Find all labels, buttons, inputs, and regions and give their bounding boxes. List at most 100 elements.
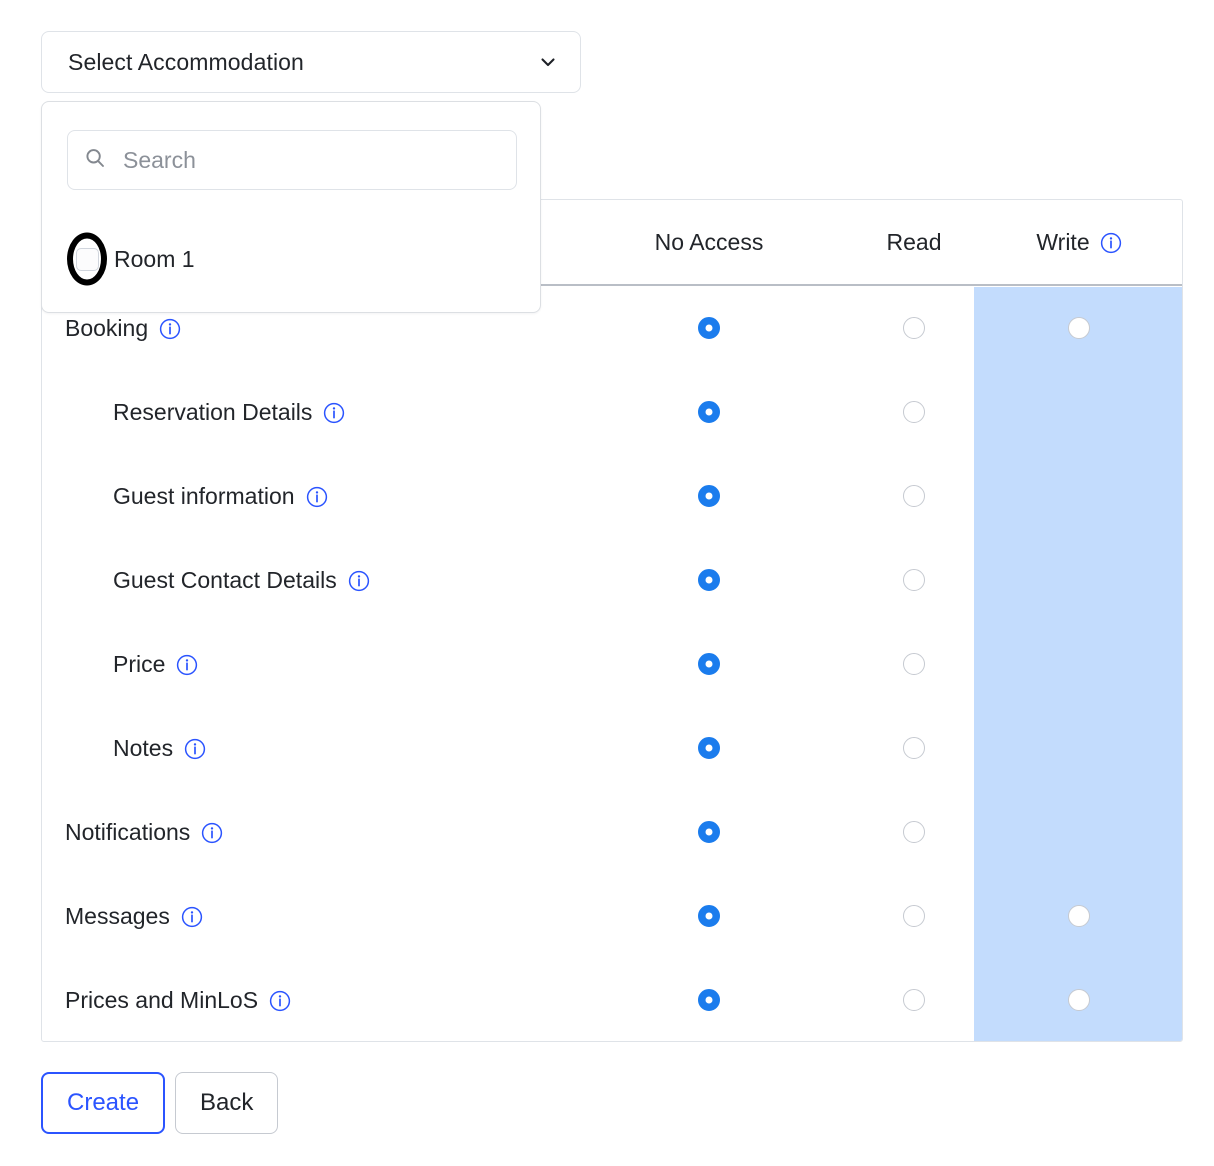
write-cell: [974, 737, 1182, 759]
radio-no-access[interactable]: [698, 989, 720, 1011]
write-cell: [974, 317, 1182, 339]
radio-write[interactable]: [1068, 989, 1090, 1011]
info-icon[interactable]: [201, 819, 223, 846]
feature-label: Booking: [65, 314, 149, 341]
feature-label: Prices and MinLoS: [65, 986, 259, 1013]
column-header-write-label: Write: [1036, 228, 1090, 255]
feature-label: Price: [113, 650, 166, 677]
column-header-no-access: No Access: [654, 228, 764, 255]
dropdown-option-checkbox-holder[interactable]: [66, 232, 108, 286]
info-icon[interactable]: [323, 399, 345, 426]
dropdown-option-checkbox[interactable]: [75, 247, 99, 271]
feature-cell: Reservation Details: [42, 399, 564, 426]
feature-label: Messages: [65, 902, 170, 929]
feature-cell: Prices and MinLoS: [42, 987, 564, 1014]
table-row: Price: [42, 622, 1182, 706]
feature-cell: Messages: [42, 903, 564, 930]
no-access-cell: [564, 653, 854, 675]
radio-read[interactable]: [903, 653, 925, 675]
read-cell: [854, 653, 974, 675]
read-cell: [854, 485, 974, 507]
write-cell: [974, 569, 1182, 591]
read-cell: [854, 905, 974, 927]
create-button[interactable]: Create: [41, 1072, 166, 1134]
column-header-read: Read: [886, 228, 942, 255]
no-access-cell: [564, 401, 854, 423]
radio-no-access[interactable]: [698, 821, 720, 843]
feature-cell: Notes: [42, 735, 564, 762]
no-access-cell: [564, 569, 854, 591]
read-cell: [854, 569, 974, 591]
feature-cell: Price: [42, 651, 564, 678]
feature-label: Reservation Details: [113, 398, 313, 425]
radio-no-access[interactable]: [698, 905, 720, 927]
search-field-wrapper[interactable]: [67, 130, 517, 190]
info-icon[interactable]: [1100, 229, 1122, 256]
back-button[interactable]: Back: [175, 1072, 279, 1134]
info-icon[interactable]: [176, 651, 198, 678]
read-cell: [854, 401, 974, 423]
info-icon[interactable]: [159, 315, 181, 342]
table-row: Prices and MinLoS: [42, 958, 1182, 1041]
radio-read[interactable]: [903, 317, 925, 339]
radio-read[interactable]: [903, 401, 925, 423]
radio-no-access[interactable]: [698, 569, 720, 591]
feature-label: Guest information: [113, 482, 295, 509]
table-row: Notifications: [42, 790, 1182, 874]
feature-cell: Guest information: [42, 483, 564, 510]
radio-write[interactable]: [1068, 317, 1090, 339]
table-body: Booking Reservation Details Guest informat…: [42, 286, 1182, 1041]
no-access-cell: [564, 989, 854, 1011]
read-cell: [854, 989, 974, 1011]
column-header-write: Write: [974, 200, 1182, 284]
write-cell: [974, 653, 1182, 675]
radio-read[interactable]: [903, 821, 925, 843]
dropdown-option-label: Room 1: [114, 245, 195, 272]
info-icon[interactable]: [181, 903, 203, 930]
radio-read[interactable]: [903, 569, 925, 591]
dropdown-option-room-1[interactable]: Room 1: [66, 232, 195, 286]
read-cell: [854, 737, 974, 759]
write-cell: [974, 905, 1182, 927]
chevron-down-icon: [538, 52, 558, 72]
radio-write[interactable]: [1068, 905, 1090, 927]
info-icon[interactable]: [269, 987, 291, 1014]
accommodation-dropdown-panel: Room 1: [41, 101, 541, 313]
table-row: Messages: [42, 874, 1182, 958]
radio-read[interactable]: [903, 989, 925, 1011]
feature-cell: Booking: [42, 315, 564, 342]
info-icon[interactable]: [348, 567, 370, 594]
radio-no-access[interactable]: [698, 401, 720, 423]
table-row: Guest Contact Details: [42, 538, 1182, 622]
feature-cell: Guest Contact Details: [42, 567, 564, 594]
radio-no-access[interactable]: [698, 653, 720, 675]
read-cell: [854, 317, 974, 339]
write-cell: [974, 485, 1182, 507]
info-icon[interactable]: [306, 483, 328, 510]
feature-label: Guest Contact Details: [113, 566, 337, 593]
radio-no-access[interactable]: [698, 485, 720, 507]
write-cell: [974, 821, 1182, 843]
radio-no-access[interactable]: [698, 317, 720, 339]
write-cell: [974, 401, 1182, 423]
write-cell: [974, 989, 1182, 1011]
no-access-cell: [564, 317, 854, 339]
radio-read[interactable]: [903, 905, 925, 927]
feature-label: Notifications: [65, 818, 191, 845]
permissions-table: No Access Read Write Booking Reservation …: [41, 199, 1183, 1042]
form-actions: Create Back: [41, 1072, 279, 1134]
accommodation-select-trigger[interactable]: Select Accommodation: [41, 31, 581, 93]
radio-no-access[interactable]: [698, 737, 720, 759]
radio-read[interactable]: [903, 485, 925, 507]
search-input[interactable]: [123, 146, 500, 174]
info-icon[interactable]: [184, 735, 206, 762]
no-access-cell: [564, 905, 854, 927]
no-access-cell: [564, 485, 854, 507]
feature-cell: Notifications: [42, 819, 564, 846]
table-row: Notes: [42, 706, 1182, 790]
read-cell: [854, 821, 974, 843]
no-access-cell: [564, 737, 854, 759]
no-access-cell: [564, 821, 854, 843]
search-icon: [84, 147, 123, 174]
radio-read[interactable]: [903, 737, 925, 759]
